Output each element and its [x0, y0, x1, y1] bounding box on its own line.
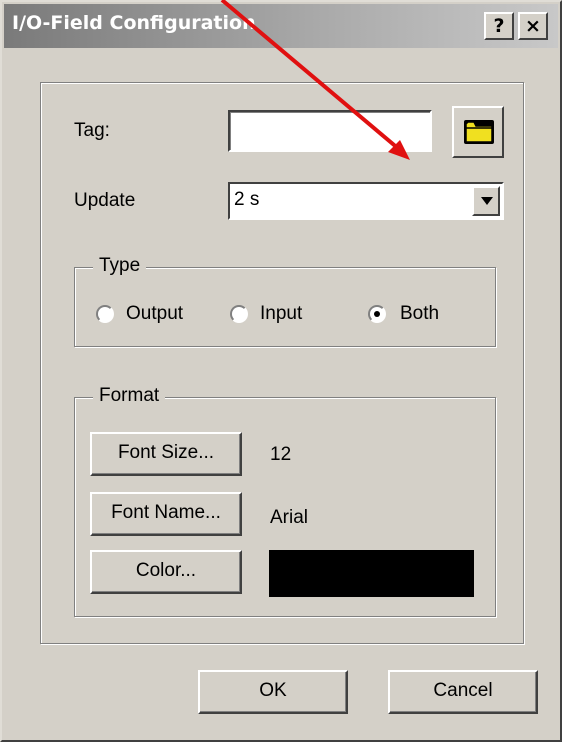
help-icon: ?: [493, 15, 505, 37]
font-size-value: 12: [270, 444, 292, 465]
radio-input[interactable]: [230, 305, 248, 323]
radio-both[interactable]: [368, 305, 386, 323]
io-field-configuration-dialog: I/O-Field Configuration ? × Tag: Update …: [0, 0, 562, 742]
radio-output-label[interactable]: Output: [126, 303, 183, 325]
browse-tag-button[interactable]: [452, 106, 504, 158]
radio-both-dot: [374, 311, 380, 317]
update-label: Update: [74, 190, 136, 211]
window-title: I/O-Field Configuration: [12, 12, 256, 34]
tag-label: Tag:: [74, 120, 110, 141]
tag-input[interactable]: [228, 110, 432, 152]
font-name-button[interactable]: Font Name...: [90, 492, 242, 536]
folder-icon: [464, 120, 494, 144]
cancel-button[interactable]: Cancel: [388, 670, 538, 714]
chevron-down-icon: [481, 197, 493, 205]
radio-output[interactable]: [96, 305, 114, 323]
font-size-button[interactable]: Font Size...: [90, 432, 242, 476]
title-bar[interactable]: I/O-Field Configuration ? ×: [4, 4, 558, 48]
update-dropdown[interactable]: 2 s: [228, 182, 504, 220]
update-selected-value: 2 s: [234, 189, 260, 210]
radio-both-label[interactable]: Both: [400, 303, 439, 325]
color-swatch: [269, 550, 474, 597]
format-group-legend: Format: [93, 385, 166, 407]
color-button[interactable]: Color...: [90, 550, 242, 594]
ok-button[interactable]: OK: [198, 670, 348, 714]
font-name-value: Arial: [270, 507, 309, 528]
dropdown-arrow-button[interactable]: [472, 186, 500, 216]
close-button[interactable]: ×: [518, 12, 548, 40]
radio-input-label[interactable]: Input: [260, 303, 302, 325]
type-group-legend: Type: [93, 255, 147, 277]
help-button[interactable]: ?: [484, 12, 514, 40]
close-icon: ×: [525, 15, 541, 37]
